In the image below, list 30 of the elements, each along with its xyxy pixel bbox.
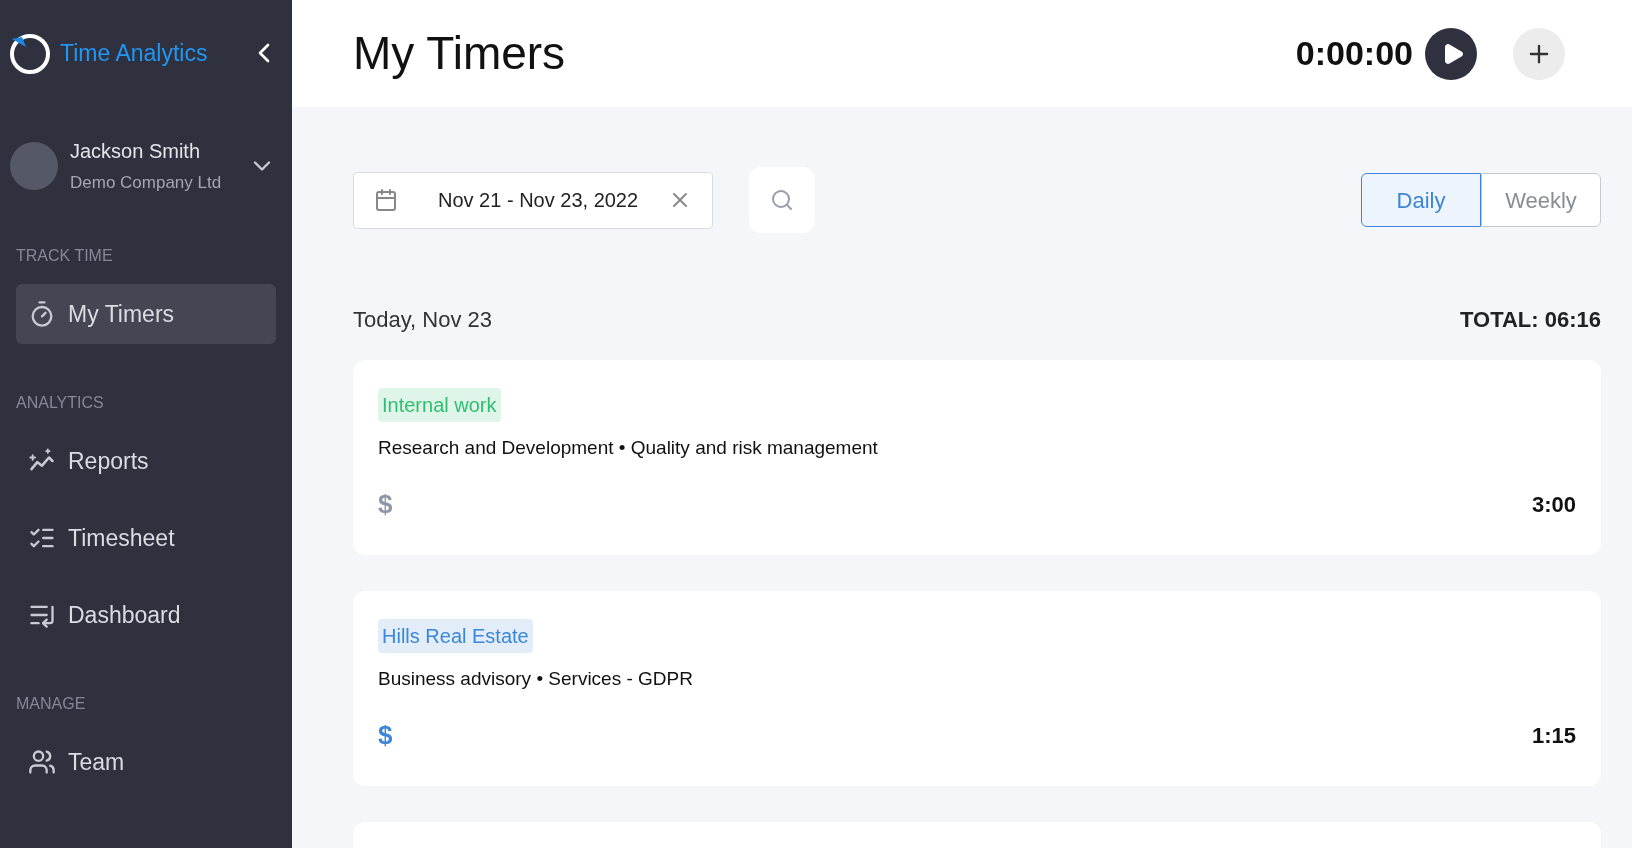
timer-display: 0:00:00 xyxy=(1295,33,1413,74)
client-tag: Internal work xyxy=(378,388,501,422)
billable-dollar[interactable]: $ xyxy=(378,715,393,755)
logo-icon xyxy=(8,31,52,75)
nav-item[interactable]: Dashboard xyxy=(16,585,276,645)
search-icon xyxy=(770,188,794,212)
user-name: Jackson Smith xyxy=(70,139,202,165)
client-tag: Hills Real Estate xyxy=(378,619,533,653)
entry-description: Business advisory • Services - GDPR xyxy=(378,667,694,691)
play-button[interactable] xyxy=(1425,27,1477,80)
calendar-icon xyxy=(374,188,398,212)
day-total: TOTAL: 06:16 xyxy=(1460,306,1601,334)
section-heading: MANAGE xyxy=(15,694,87,714)
nav-item[interactable]: Reports xyxy=(16,431,276,491)
nav-item[interactable]: Team xyxy=(16,732,276,792)
section-heading: ANALYTICS xyxy=(15,393,105,413)
nav-item[interactable]: Timesheet xyxy=(16,508,276,568)
avatar xyxy=(10,142,58,190)
team-icon xyxy=(28,748,56,776)
app-name: Time Analytics xyxy=(60,38,208,68)
page-title: My Timers xyxy=(353,26,566,81)
entry-duration: 3:00 xyxy=(1531,490,1576,519)
section-heading: TRACK TIME xyxy=(15,246,114,266)
entry-duration: 1:15 xyxy=(1531,721,1576,750)
company-name: Demo Company Ltd xyxy=(70,172,222,195)
date-range-field[interactable]: Nov 21 - Nov 23, 2022 xyxy=(353,171,713,229)
date-range-value: Nov 21 - Nov 23, 2022 xyxy=(438,188,639,213)
nav-item[interactable]: My Timers xyxy=(16,284,276,344)
day-label: Today, Nov 23 xyxy=(353,306,492,334)
entry-description: Research and Development • Quality and risk management xyxy=(378,436,879,460)
